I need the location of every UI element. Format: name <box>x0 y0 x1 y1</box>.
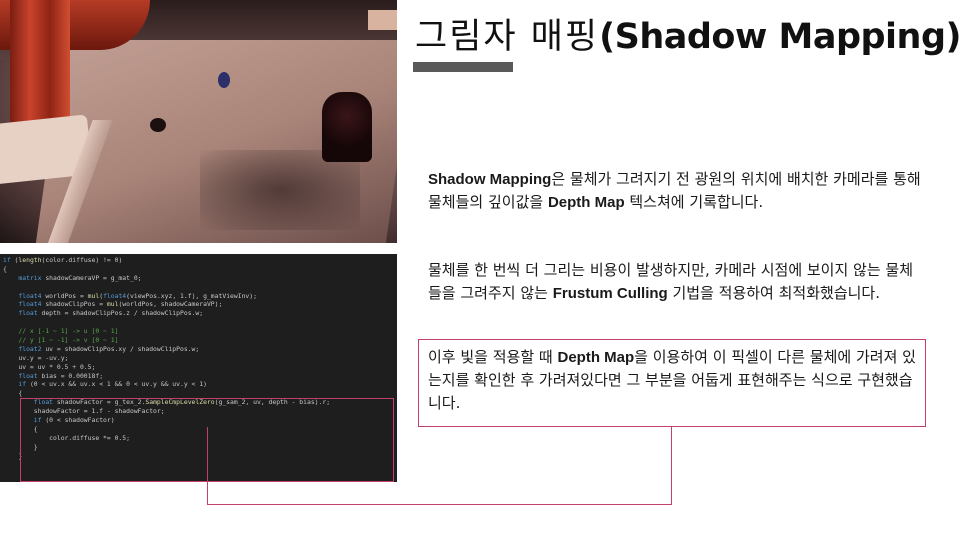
code-line: uv.y = -uv.y; <box>3 353 69 362</box>
title-korean: 그림자 매핑 <box>415 17 600 57</box>
code-highlight-box <box>20 398 394 482</box>
code-line: float2 uv = shadowClipPos.xy / shadowCli… <box>18 344 200 353</box>
term: Frustum Culling <box>552 285 668 302</box>
paragraph-text: 텍스쳐에 기록합니다. <box>624 193 764 211</box>
code-line: if (length(color.diffuse) != 0) <box>3 256 123 264</box>
paragraph-text: 기법을 적용하여 최적화했습니다. <box>667 284 880 302</box>
code-line: float4 shadowClipPos = mul(worldPos, sha… <box>18 300 223 309</box>
term: Depth Map <box>547 194 625 211</box>
code-line: { <box>3 264 7 273</box>
code-line: if (0 < uv.x && uv.x < 1 && 0 < uv.y && … <box>18 380 207 389</box>
code-line: float4 worldPos = mul(float4(viewPos.xyz… <box>18 291 257 300</box>
code-line: matrix shadowCameraVP = g_mat_0; <box>18 273 142 282</box>
scene-character <box>218 72 230 88</box>
paragraph-highlight-box <box>418 339 926 427</box>
scene-table <box>368 10 397 30</box>
code-line: float bias = 0.00018f; <box>18 371 104 380</box>
scene-shadow <box>200 150 360 230</box>
paragraph-shadow-mapping: Shadow Mapping은 물체가 그려지기 전 광원의 위치에 배치한 카… <box>428 168 926 214</box>
code-line: uv = uv * 0.5 + 0.5; <box>3 362 96 371</box>
term: Shadow Mapping <box>428 171 552 188</box>
paragraph-frustum-culling: 물체를 한 번씩 더 그리는 비용이 발생하지만, 카메라 시점에 보이지 않는… <box>428 259 926 305</box>
title-underline-bar <box>413 62 513 72</box>
slide-title: 그림자 매핑(Shadow Mapping) <box>415 8 960 59</box>
code-line: { <box>3 389 23 398</box>
code-line: // x [-1 ~ 1] -> u [0 ~ 1] <box>3 327 119 336</box>
title-english: (Shadow Mapping) <box>599 17 960 57</box>
scene-character <box>150 118 166 132</box>
code-line: // y [1 ~ -1] -> v [0 ~ 1] <box>3 336 119 345</box>
scene-chair <box>322 92 372 162</box>
code-line: float depth = shadowClipPos.z / shadowCl… <box>18 309 204 318</box>
game-scene-screenshot <box>0 0 397 243</box>
